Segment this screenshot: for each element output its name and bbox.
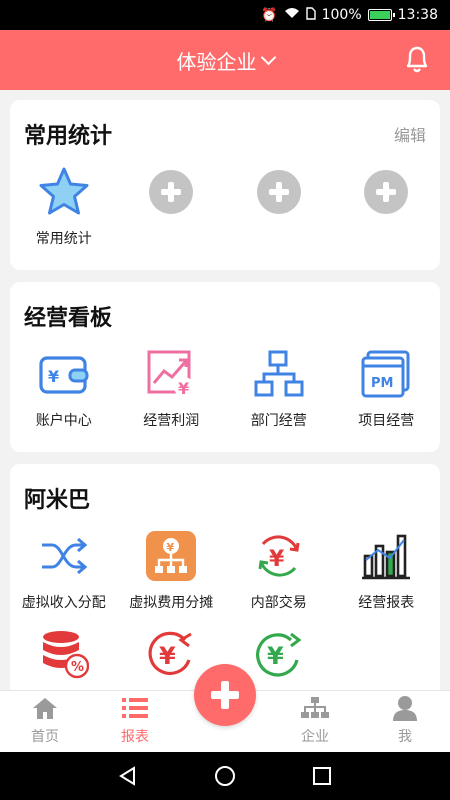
- svg-text:¥: ¥: [48, 367, 59, 386]
- wifi-icon: [284, 7, 300, 23]
- yen-in-icon: ¥: [143, 626, 199, 682]
- add-fab-button[interactable]: [194, 664, 256, 726]
- menu-label: 经营利润: [143, 413, 200, 429]
- shortcut-label: 常用统计: [35, 231, 92, 247]
- yen-exchange-icon: ¥: [251, 528, 307, 584]
- star-icon: [36, 164, 92, 220]
- battery-icon: [367, 9, 395, 21]
- tab-me[interactable]: 我: [360, 691, 450, 752]
- bell-icon[interactable]: [404, 44, 430, 74]
- common-stats-card: 常用统计 编辑 常用统计: [10, 100, 440, 270]
- svg-text:¥: ¥: [267, 642, 284, 670]
- clock: 13:38: [397, 7, 438, 23]
- add-icon: [364, 170, 409, 214]
- svg-text:PM: PM: [371, 376, 393, 391]
- svg-text:¥: ¥: [269, 547, 285, 572]
- tab-enterprise[interactable]: 企业: [270, 691, 360, 752]
- section-title: 常用统计: [24, 124, 113, 149]
- shortcut-common-stats[interactable]: 常用统计: [10, 164, 118, 248]
- app-header: 体验企业: [0, 30, 450, 90]
- wallet-icon: ¥: [36, 346, 92, 402]
- menu-label: 虚拟费用分摊: [129, 595, 214, 611]
- menu-internal-trade[interactable]: ¥ 内部交易: [225, 528, 333, 612]
- alarm-icon: ⏰: [261, 7, 278, 23]
- menu-virtual-income[interactable]: 虚拟收入分配: [10, 528, 118, 612]
- menu-label: 内部交易: [250, 595, 307, 611]
- bar-report-icon: [358, 528, 414, 584]
- profit-chart-icon: ¥: [143, 346, 199, 402]
- system-nav-bar: [0, 752, 450, 800]
- add-shortcut-button[interactable]: [225, 164, 333, 248]
- sim-icon: [305, 6, 316, 24]
- user-icon: [392, 694, 418, 722]
- add-icon: [149, 170, 194, 214]
- svg-text:%: %: [71, 660, 84, 675]
- menu-project-business[interactable]: PM 项目经营: [333, 346, 441, 430]
- section-title: 经营看板: [24, 306, 113, 331]
- menu-label: 项目经营: [358, 413, 415, 429]
- tab-label: 企业: [301, 729, 329, 745]
- chevron-down-icon: [260, 49, 276, 65]
- menu-label: 虚拟收入分配: [21, 595, 106, 611]
- menu-label: 经营报表: [358, 595, 415, 611]
- database-percent-icon: %: [36, 626, 92, 682]
- menu-label: 账户中心: [35, 413, 92, 429]
- tab-label: 报表: [121, 729, 149, 745]
- list-icon: [122, 694, 148, 722]
- battery-percent: 100%: [321, 7, 362, 23]
- recents-icon[interactable]: [311, 765, 333, 787]
- company-title: 体验企业: [176, 49, 257, 74]
- home-icon: [32, 694, 58, 722]
- menu-label: 部门经营: [250, 413, 307, 429]
- tab-label: 我: [398, 729, 412, 745]
- tab-home[interactable]: 首页: [0, 691, 90, 752]
- add-shortcut-button[interactable]: [118, 164, 226, 248]
- back-icon[interactable]: [117, 765, 139, 787]
- status-bar: ⏰ 100% 13:38: [0, 0, 450, 30]
- shuffle-icon: [36, 528, 92, 584]
- svg-text:¥: ¥: [178, 379, 189, 398]
- fee-distribute-icon: ¥: [143, 528, 199, 584]
- yen-out-icon: ¥: [251, 626, 307, 682]
- svg-text:¥: ¥: [159, 642, 176, 670]
- menu-virtual-fee[interactable]: ¥ 虚拟费用分摊: [118, 528, 226, 612]
- edit-button[interactable]: 编辑: [394, 122, 426, 146]
- enterprise-icon: [301, 694, 329, 722]
- section-title: 阿米巴: [24, 488, 91, 513]
- menu-item[interactable]: %: [10, 626, 118, 690]
- tab-reports[interactable]: 报表: [90, 691, 180, 752]
- home-circle-icon[interactable]: [214, 765, 236, 787]
- menu-department-business[interactable]: 部门经营: [225, 346, 333, 430]
- org-chart-icon: [251, 346, 307, 402]
- pm-window-icon: PM: [358, 346, 414, 402]
- add-icon: [256, 170, 301, 214]
- svg-text:¥: ¥: [167, 541, 175, 554]
- tab-label: 首页: [31, 729, 59, 745]
- menu-business-profit[interactable]: ¥ 经营利润: [118, 346, 226, 430]
- company-selector[interactable]: 体验企业: [176, 46, 276, 75]
- menu-business-report[interactable]: 经营报表: [333, 528, 441, 612]
- menu-account-center[interactable]: ¥ 账户中心: [10, 346, 118, 430]
- add-shortcut-button[interactable]: [333, 164, 441, 248]
- business-board-card: 经营看板 ¥ 账户中心 ¥ 经营利润 部门经营 PM 项目经营: [10, 282, 440, 452]
